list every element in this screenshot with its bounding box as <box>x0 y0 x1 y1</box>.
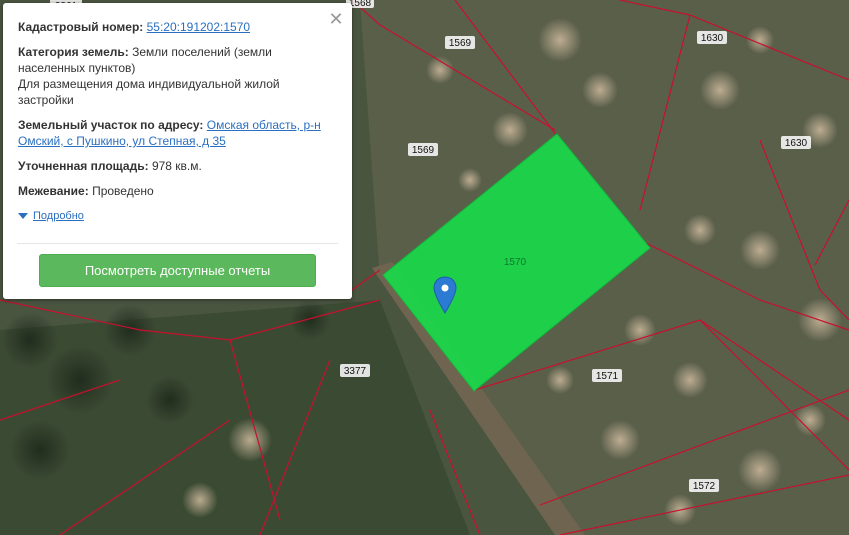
land-usage-value: Для размещения дома индивидуальной жилой… <box>18 77 280 107</box>
svg-text:1630: 1630 <box>701 33 724 44</box>
land-category-label: Категория земель: <box>18 45 129 59</box>
parcel-label: 1630 <box>697 31 727 44</box>
caret-down-icon <box>18 213 28 219</box>
address-row: Земельный участок по адресу: Омская обла… <box>18 117 338 149</box>
svg-text:3377: 3377 <box>344 366 367 377</box>
details-toggle[interactable]: Подробно <box>18 208 338 224</box>
address-label: Земельный участок по адресу: <box>18 118 204 132</box>
land-category-row: Категория земель: Земли поселений (земли… <box>18 44 338 108</box>
area-row: Уточненная площадь: 978 кв.м. <box>18 158 338 174</box>
parcel-label: 1569 <box>445 36 475 49</box>
parcel-label: 1630 <box>781 136 811 149</box>
cadastral-number-row: Кадастровый номер: 55:20:191202:1570 <box>18 19 338 35</box>
parcel-label: 1572 <box>689 479 719 492</box>
svg-text:1570: 1570 <box>504 257 527 268</box>
svg-text:1569: 1569 <box>449 38 472 49</box>
svg-text:1568: 1568 <box>349 0 372 9</box>
details-label: Подробно <box>33 210 84 222</box>
parcel-label: 1571 <box>592 369 622 382</box>
svg-text:1569: 1569 <box>412 145 435 156</box>
close-icon[interactable]: ✕ <box>328 10 344 28</box>
popup-divider <box>17 243 338 244</box>
cadastral-number-label: Кадастровый номер: <box>18 20 144 34</box>
parcel-label: 1570 <box>504 257 527 268</box>
cadastral-number-link[interactable]: 55:20:191202:1570 <box>147 20 250 34</box>
parcel-label: 1569 <box>408 143 438 156</box>
svg-text:1572: 1572 <box>693 481 716 492</box>
area-value: 978 кв.м. <box>151 159 202 173</box>
parcel-label: 3377 <box>340 364 370 377</box>
survey-value: Проведено <box>92 184 154 198</box>
svg-text:1630: 1630 <box>785 138 808 149</box>
view-reports-button[interactable]: Посмотреть доступные отчеты <box>39 254 316 287</box>
area-label: Уточненная площадь: <box>18 159 149 173</box>
svg-text:1571: 1571 <box>596 371 619 382</box>
survey-label: Межевание: <box>18 184 89 198</box>
parcel-info-popup: ✕ Кадастровый номер: 55:20:191202:1570 К… <box>3 3 352 299</box>
survey-row: Межевание: Проведено <box>18 183 338 199</box>
